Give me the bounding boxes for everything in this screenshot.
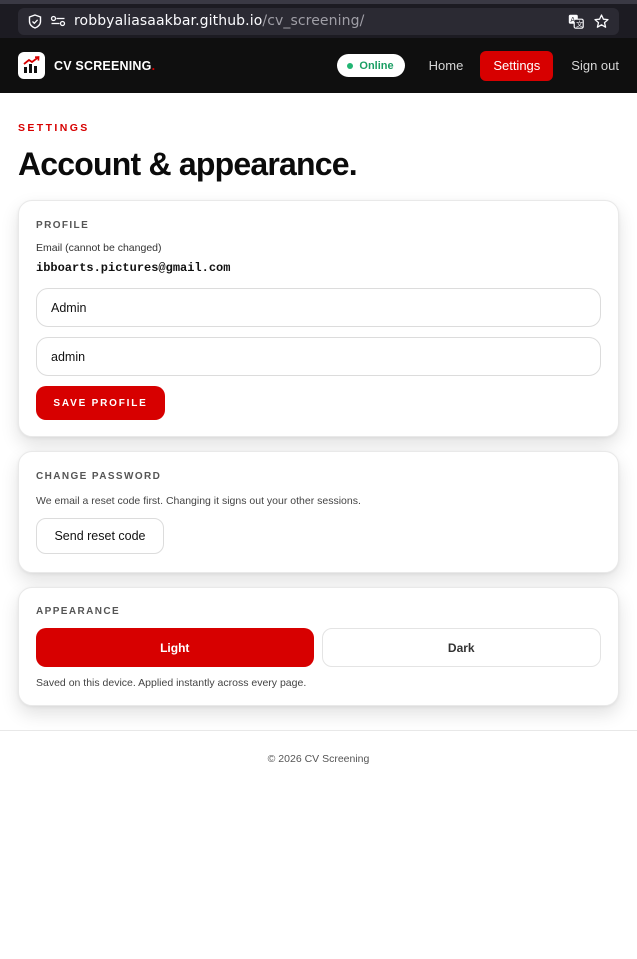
app-logo[interactable]: [18, 52, 45, 79]
brand-name[interactable]: CV SCREENING.: [54, 59, 155, 73]
online-status-badge: Online: [337, 54, 405, 77]
translate-icon[interactable]: A 文: [568, 14, 584, 29]
svg-text:文: 文: [576, 19, 583, 28]
page-title: Account & appearance.: [18, 146, 358, 182]
nav-home-link[interactable]: Home: [429, 58, 464, 73]
email-value: ibboarts.pictures@gmail.com: [36, 261, 231, 275]
nav-settings-link[interactable]: Settings: [480, 50, 554, 81]
address-bar[interactable]: robbyaliasaakbar.github.io/cv_screening/…: [18, 7, 619, 35]
appearance-heading: APPEARANCE: [36, 606, 121, 617]
profile-card: PROFILE Email (cannot be changed) ibboar…: [18, 200, 619, 437]
bookmark-star-icon[interactable]: [594, 13, 609, 29]
appearance-card: APPEARANCE Light Dark Saved on this devi…: [18, 587, 619, 706]
theme-light-button[interactable]: Light: [36, 628, 314, 667]
sign-out-link[interactable]: Sign out: [571, 58, 619, 73]
connection-icon[interactable]: [50, 15, 66, 27]
password-help-text: We email a reset code first. Changing it…: [36, 495, 361, 507]
display-name-input[interactable]: [36, 288, 601, 327]
settings-main: SETTINGS Account & appearance. PROFILE E…: [0, 122, 637, 706]
change-password-heading: CHANGE PASSWORD: [36, 471, 162, 482]
change-password-card: CHANGE PASSWORD We email a reset code fi…: [18, 451, 619, 573]
logo-chart-icon: [23, 56, 40, 73]
shield-icon[interactable]: [28, 13, 42, 29]
save-profile-button[interactable]: SAVE PROFILE: [36, 386, 165, 420]
online-status-text: Online: [359, 59, 394, 72]
profile-heading: PROFILE: [36, 220, 90, 231]
page-footer: © 2026 CV Screening: [0, 730, 637, 790]
browser-toolbar: robbyaliasaakbar.github.io/cv_screening/…: [0, 0, 637, 38]
email-label: Email (cannot be changed): [36, 242, 162, 254]
page-eyebrow: SETTINGS: [18, 122, 90, 134]
app-navbar: CV SCREENING. Online Home Settings Sign …: [0, 38, 637, 93]
theme-dark-button[interactable]: Dark: [321, 628, 601, 667]
online-dot: [347, 62, 354, 69]
appearance-note: Saved on this device. Applied instantly …: [36, 677, 307, 689]
svg-text:A: A: [570, 16, 575, 24]
url-text[interactable]: robbyaliasaakbar.github.io/cv_screening/: [74, 13, 364, 29]
username-input[interactable]: [36, 337, 601, 376]
send-reset-code-button[interactable]: Send reset code: [36, 518, 164, 554]
theme-toggle: Light Dark: [36, 628, 601, 667]
footer-copyright: © 2026 CV Screening: [267, 753, 370, 765]
